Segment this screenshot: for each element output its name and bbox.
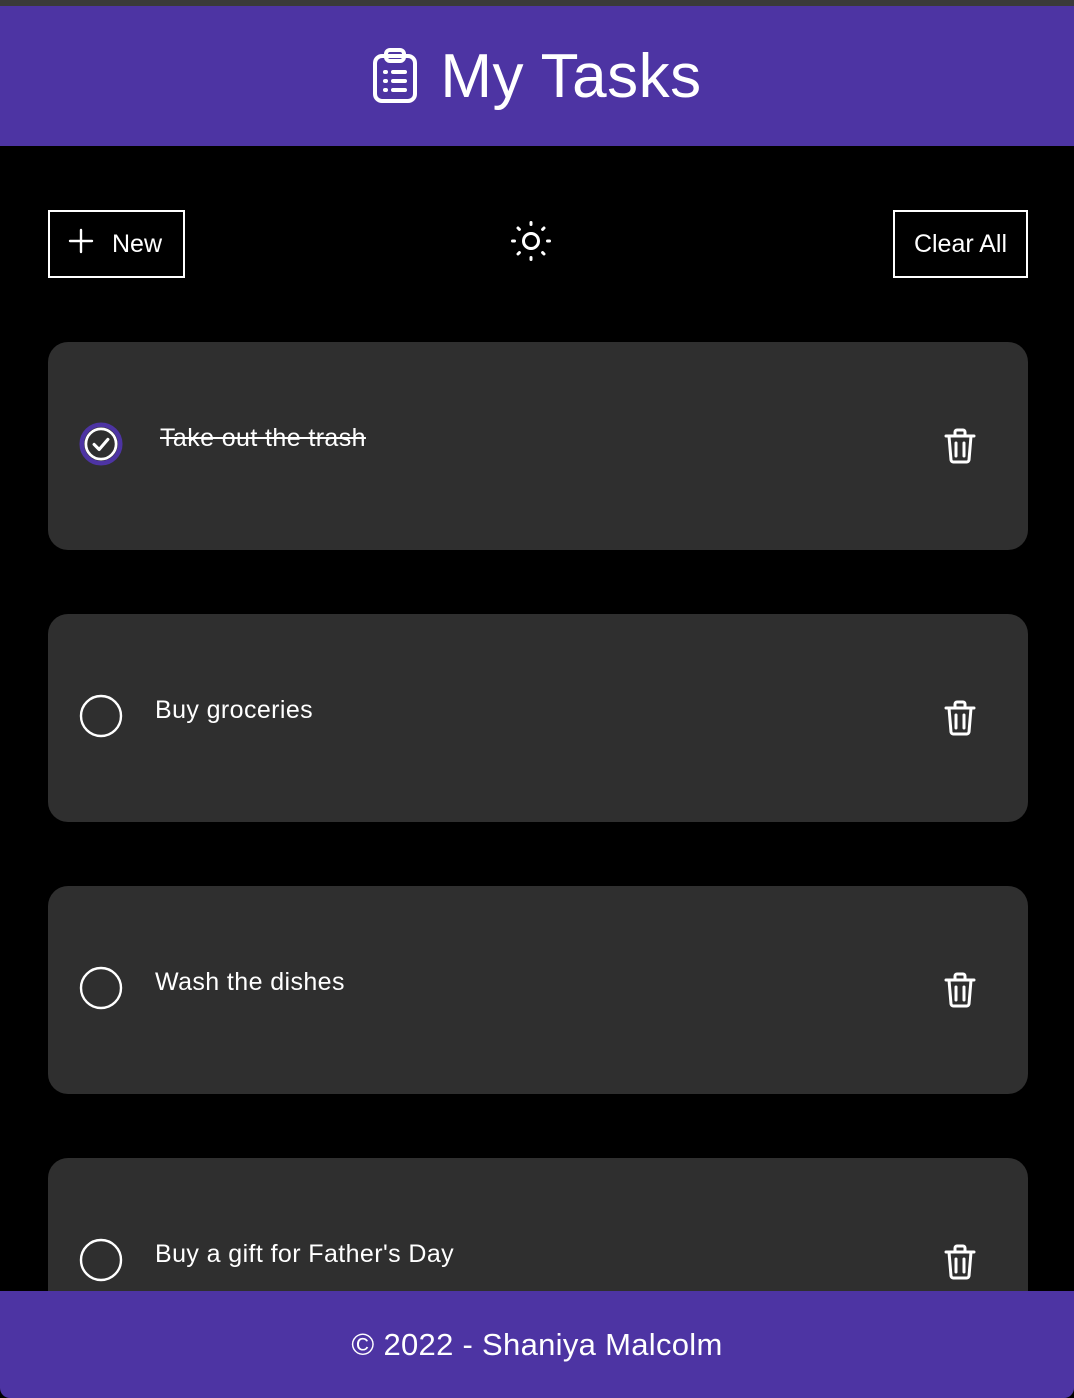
task-checkbox[interactable] xyxy=(79,694,123,738)
task-checkbox-checked[interactable] xyxy=(79,422,123,466)
task-label: Buy groceries xyxy=(155,696,314,724)
plus-icon xyxy=(68,228,94,261)
theme-toggle-button[interactable] xyxy=(508,220,554,266)
task-item: Buy groceries xyxy=(48,614,1028,822)
trash-icon[interactable] xyxy=(942,970,978,1010)
task-label: Take out the trash xyxy=(160,424,366,452)
sun-icon xyxy=(510,220,552,267)
task-checkbox[interactable] xyxy=(79,1238,123,1282)
page-title: My Tasks xyxy=(440,41,702,111)
footer-copyright: © 2022 - Shaniya Malcolm xyxy=(351,1326,723,1362)
task-label: Wash the dishes xyxy=(155,968,345,996)
task-label: Buy a gift for Father's Day xyxy=(155,1240,455,1268)
task-item: Take out the trash xyxy=(48,342,1028,550)
new-task-button[interactable]: New xyxy=(48,210,185,278)
clear-all-button[interactable]: Clear All xyxy=(893,210,1028,278)
app-footer: © 2022 - Shaniya Malcolm xyxy=(0,1291,1074,1398)
trash-icon[interactable] xyxy=(942,426,978,466)
trash-icon[interactable] xyxy=(942,1242,978,1282)
trash-icon[interactable] xyxy=(942,698,978,738)
toolbar: New Clear All xyxy=(48,210,1028,278)
task-checkbox[interactable] xyxy=(79,966,123,1010)
clipboard-list-icon xyxy=(372,48,418,104)
task-item: Wash the dishes xyxy=(48,886,1028,1094)
new-task-label: New xyxy=(112,229,163,258)
app-window: My Tasks New Clear All Take out the tras… xyxy=(0,0,1074,1398)
app-header: My Tasks xyxy=(0,6,1074,146)
